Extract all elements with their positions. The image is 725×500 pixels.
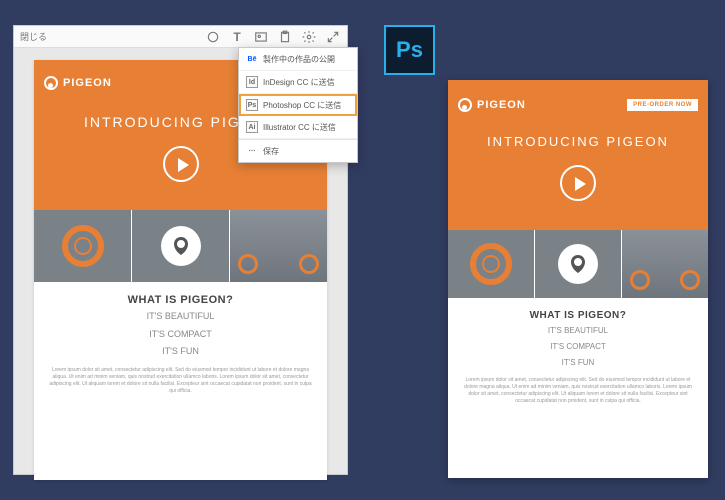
- export-dropdown: Bē 製作中の作品の公開 Id InDesign CC に送信 Ps Photo…: [238, 47, 358, 163]
- hero-title: INTRODUCING PIGEON: [448, 134, 708, 149]
- thumbnail-bird: [534, 230, 621, 298]
- dropdown-label: 製作中の作品の公開: [263, 54, 335, 65]
- clipboard-tool-icon[interactable]: [277, 29, 293, 45]
- logo-mark-icon: [458, 98, 472, 112]
- dropdown-item-photoshop[interactable]: Ps Photoshop CC に送信: [239, 94, 357, 116]
- image-tool-icon[interactable]: [253, 29, 269, 45]
- dropdown-label: 保存: [263, 146, 279, 157]
- lorem-text: Lorem ipsum dolor sit amet, consectetur …: [462, 377, 694, 405]
- editor-titlebar: 閉じる T: [14, 26, 347, 48]
- behance-icon: Bē: [246, 53, 258, 65]
- photoshop-app-icon: Ps: [384, 25, 435, 75]
- toolbar: T: [205, 29, 341, 45]
- thumbnail-bird: [131, 210, 229, 282]
- photoshop-icon: Ps: [246, 99, 258, 111]
- dropdown-item-indesign[interactable]: Id InDesign CC に送信: [239, 71, 357, 94]
- bird-icon: [558, 244, 598, 284]
- dropdown-item-illustrator[interactable]: Ai Illustrator CC に送信: [239, 116, 357, 139]
- photoshop-app-label: Ps: [396, 37, 423, 63]
- tagline-1: IT'S BEAUTIFUL: [48, 310, 313, 324]
- dropdown-label: Photoshop CC に送信: [263, 100, 341, 111]
- tagline-2: IT'S COMPACT: [48, 328, 313, 342]
- tagline-1: IT'S BEAUTIFUL: [462, 325, 694, 337]
- tagline-3: IT'S FUN: [462, 357, 694, 369]
- section-title: WHAT IS PIGEON?: [48, 294, 313, 306]
- thumbnail-wheel: [34, 210, 131, 282]
- close-button[interactable]: 閉じる: [20, 30, 47, 43]
- brand-name: PIGEON: [63, 77, 112, 89]
- more-icon: ⋯: [246, 145, 258, 157]
- draw-tool-icon[interactable]: [205, 29, 221, 45]
- tagline-3: IT'S FUN: [48, 345, 313, 359]
- wheel-icon: [470, 243, 512, 285]
- thumbnail-row: [448, 230, 708, 298]
- dropdown-item-behance[interactable]: Bē 製作中の作品の公開: [239, 48, 357, 71]
- hero-section: PIGEON PRE-ORDER NOW INTRODUCING PIGEON: [448, 80, 708, 230]
- bird-icon: [161, 226, 201, 266]
- preview-panel: PIGEON PRE-ORDER NOW INTRODUCING PIGEON …: [448, 80, 708, 478]
- brand-name: PIGEON: [477, 99, 526, 111]
- dropdown-item-save[interactable]: ⋯ 保存: [239, 140, 357, 162]
- dropdown-label: InDesign CC に送信: [263, 77, 335, 88]
- thumbnail-scooter: [621, 230, 708, 298]
- scooter-icon: [230, 210, 327, 282]
- dropdown-label: Illustrator CC に送信: [263, 122, 336, 133]
- expand-tool-icon[interactable]: [325, 29, 341, 45]
- tagline-2: IT'S COMPACT: [462, 341, 694, 353]
- section-title: WHAT IS PIGEON?: [462, 310, 694, 321]
- settings-tool-icon[interactable]: [301, 29, 317, 45]
- play-button-icon[interactable]: [560, 165, 596, 201]
- play-button-icon[interactable]: [163, 146, 199, 182]
- brand-header: PIGEON PRE-ORDER NOW: [448, 92, 708, 118]
- lorem-text: Lorem ipsum dolor sit amet, consectetur …: [48, 367, 313, 395]
- thumbnail-row: [34, 210, 327, 282]
- scooter-icon: [622, 230, 708, 298]
- info-section: WHAT IS PIGEON? IT'S BEAUTIFUL IT'S COMP…: [34, 282, 327, 407]
- text-tool-icon[interactable]: T: [229, 29, 245, 45]
- illustrator-icon: Ai: [246, 121, 258, 133]
- logo-mark-icon: [44, 76, 58, 90]
- indesign-icon: Id: [246, 76, 258, 88]
- preorder-button[interactable]: PRE-ORDER NOW: [627, 99, 698, 111]
- thumbnail-wheel: [448, 230, 534, 298]
- thumbnail-scooter: [229, 210, 327, 282]
- info-section: WHAT IS PIGEON? IT'S BEAUTIFUL IT'S COMP…: [448, 298, 708, 417]
- wheel-icon: [62, 225, 104, 267]
